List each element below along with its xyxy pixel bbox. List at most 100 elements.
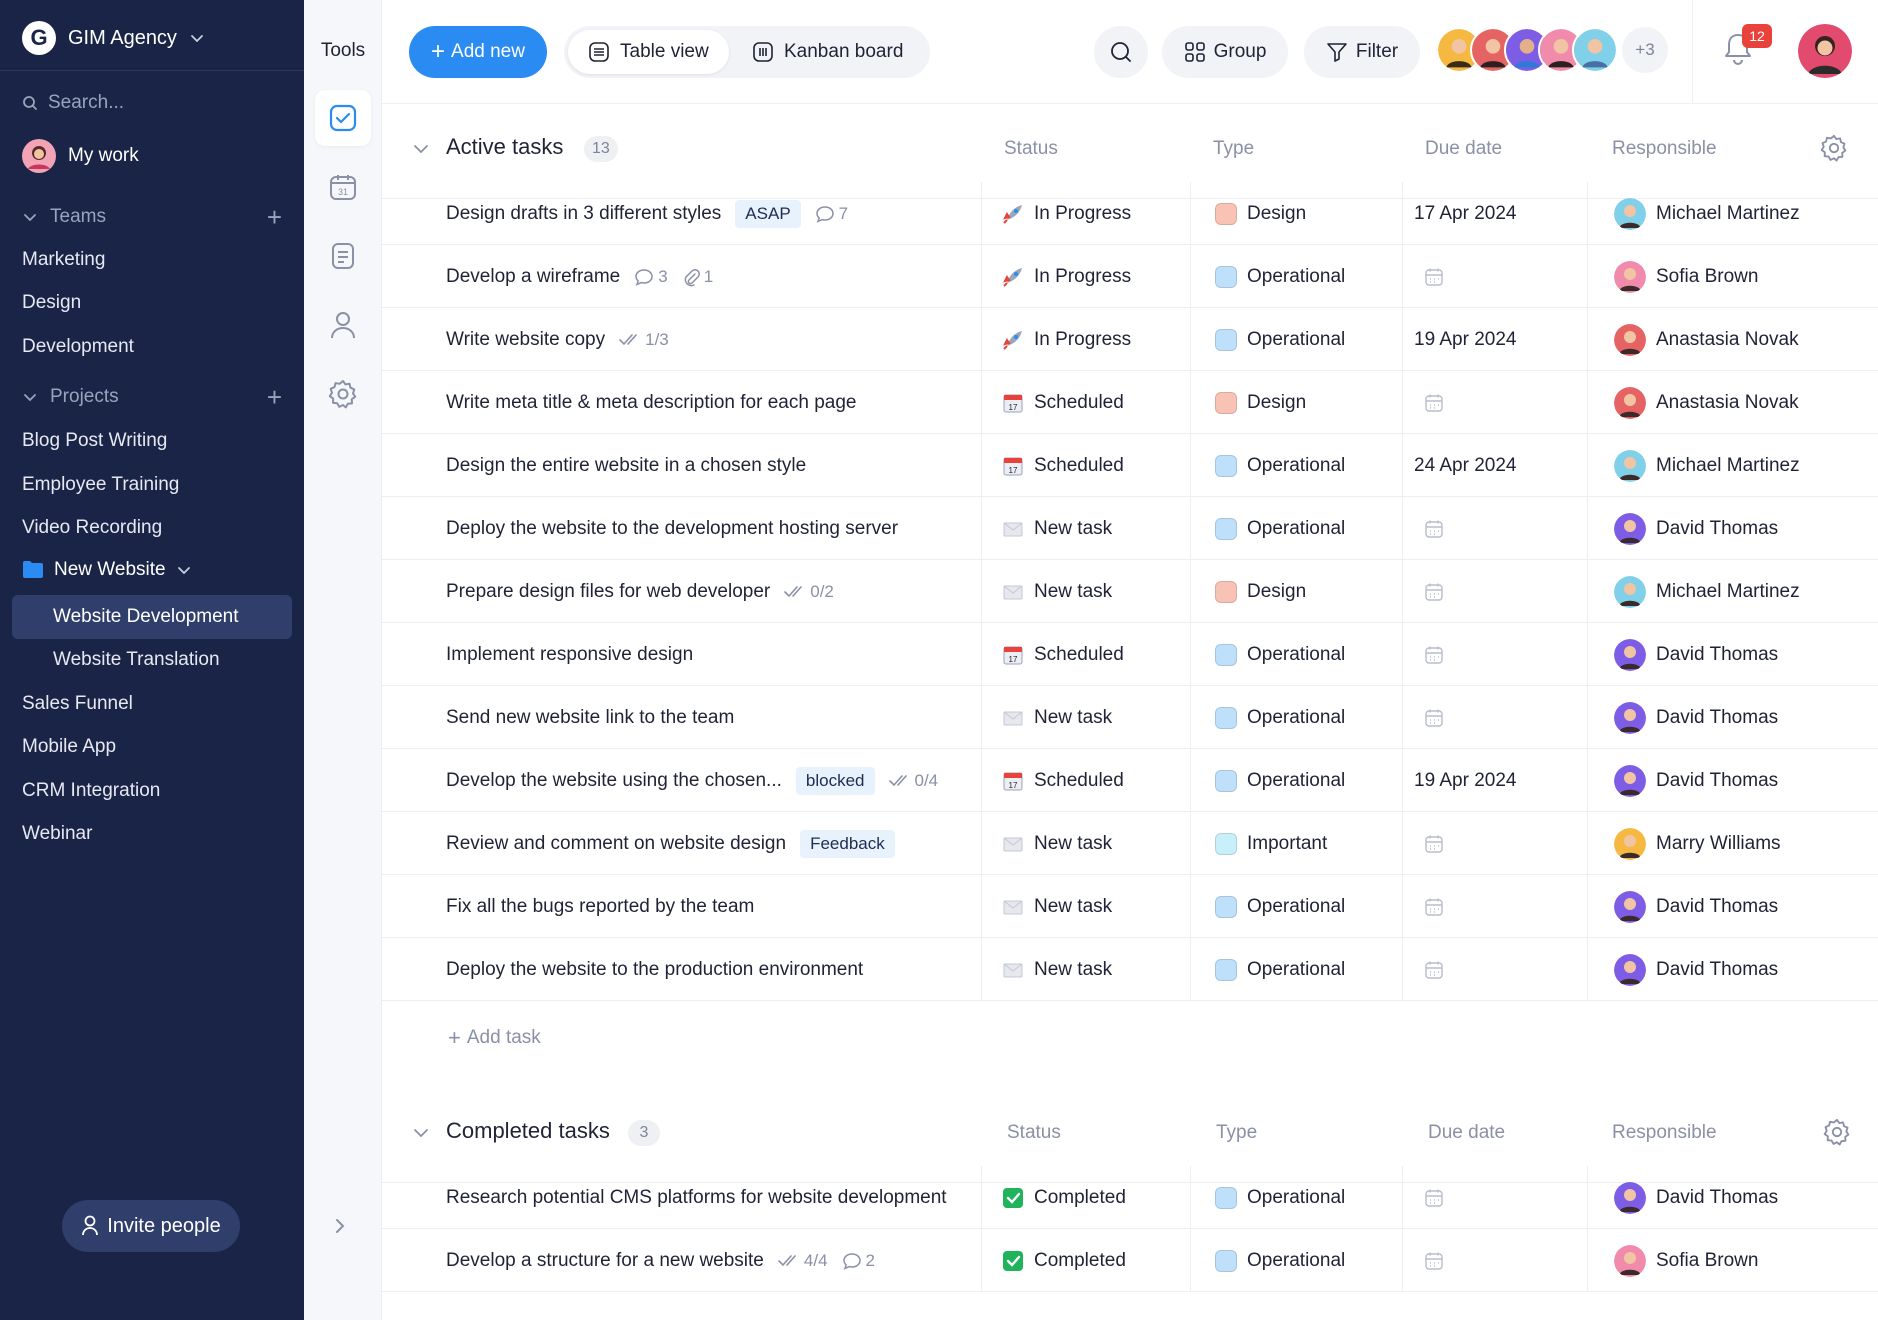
sidebar-item-website-translation[interactable]: Website Translation (53, 646, 220, 674)
tool-settings[interactable] (315, 366, 371, 422)
responsible-cell[interactable]: Michael Martinez (1614, 182, 1800, 245)
sidebar-search[interactable]: Search... (22, 92, 124, 114)
sidebar-item-employee-training[interactable]: Employee Training (22, 471, 179, 499)
status-cell[interactable]: In Progress (1002, 245, 1131, 308)
table-row[interactable]: Write website copy 1/3 In Progress Operatio… (382, 308, 1878, 371)
type-cell[interactable]: Operational (1215, 875, 1345, 938)
type-cell[interactable]: Operational (1215, 308, 1345, 371)
responsible-cell[interactable]: David Thomas (1614, 686, 1778, 749)
task-name-cell[interactable]: Fix all the bugs reported by the team (446, 875, 754, 938)
search-button[interactable] (1094, 26, 1148, 78)
sidebar-item-marketing[interactable]: Marketing (22, 246, 105, 274)
sidebar-folder-new-website[interactable]: New Website (22, 559, 192, 581)
type-cell[interactable]: Operational (1215, 497, 1345, 560)
tool-documents[interactable] (315, 228, 371, 284)
type-cell[interactable]: Operational (1215, 245, 1345, 308)
task-name-cell[interactable]: Review and comment on website design Feed… (446, 812, 895, 875)
add-team-icon[interactable]: + (267, 202, 282, 233)
table-row[interactable]: Develop a wireframe 3 1 In Progress Operatio… (382, 245, 1878, 308)
table-row[interactable]: Implement responsive design 17 Scheduled Op… (382, 623, 1878, 686)
task-name-cell[interactable]: Develop a structure for a new website 4/4… (446, 1229, 875, 1292)
type-cell[interactable]: Operational (1215, 749, 1345, 812)
task-name-cell[interactable]: Write website copy 1/3 (446, 308, 669, 371)
user-avatar[interactable] (1798, 24, 1852, 78)
column-header-status[interactable]: Status (1007, 1122, 1061, 1144)
task-name-cell[interactable]: Prepare design files for web developer 0/… (446, 560, 834, 623)
comments-count[interactable]: 2 (842, 1251, 875, 1271)
tool-tasks[interactable] (315, 90, 371, 146)
sidebar-item-design[interactable]: Design (22, 289, 81, 317)
task-name-cell[interactable]: Write meta title & meta description for … (446, 371, 856, 434)
tool-calendar[interactable]: 31 (315, 159, 371, 215)
sidebar-item-website-development[interactable]: Website Development (53, 603, 239, 631)
table-row[interactable]: Write meta title & meta description for … (382, 371, 1878, 434)
type-cell[interactable]: Operational (1215, 938, 1345, 1001)
table-row[interactable]: Research potential CMS platforms for web… (382, 1166, 1878, 1229)
status-cell[interactable]: In Progress (1002, 182, 1131, 245)
table-row[interactable]: Deploy the website to the development ho… (382, 497, 1878, 560)
type-cell[interactable]: Important (1215, 812, 1327, 875)
responsible-cell[interactable]: Anastasia Novak (1614, 308, 1799, 371)
type-cell[interactable]: Operational (1215, 434, 1345, 497)
responsible-cell[interactable]: David Thomas (1614, 1166, 1778, 1229)
responsible-cell[interactable]: Sofia Brown (1614, 1229, 1758, 1292)
column-header-responsible[interactable]: Responsible (1612, 1122, 1717, 1144)
responsible-cell[interactable]: Michael Martinez (1614, 434, 1800, 497)
sidebar-item-my-work[interactable]: My work (22, 139, 139, 173)
responsible-cell[interactable]: Anastasia Novak (1614, 371, 1799, 434)
collapse-section-button[interactable] (412, 1124, 430, 1147)
comments-count[interactable]: 7 (815, 204, 848, 224)
expand-tools-button[interactable] (332, 1216, 348, 1241)
sidebar-item-development[interactable]: Development (22, 333, 134, 361)
type-cell[interactable]: Operational (1215, 623, 1345, 686)
due-date-cell[interactable]: 19 Apr 2024 (1414, 308, 1516, 371)
table-row[interactable]: Prepare design files for web developer 0/… (382, 560, 1878, 623)
column-header-type[interactable]: Type (1213, 138, 1254, 160)
due-date-cell[interactable] (1414, 1229, 1444, 1292)
status-cell[interactable]: New task (1002, 686, 1112, 749)
table-row[interactable]: Fix all the bugs reported by the team New… (382, 875, 1878, 938)
responsible-cell[interactable]: Marry Williams (1614, 812, 1781, 875)
add-task-button[interactable]: + Add task (448, 1025, 541, 1051)
status-cell[interactable]: 17 Scheduled (1002, 434, 1124, 497)
status-cell[interactable]: New task (1002, 812, 1112, 875)
status-cell[interactable]: 17 Scheduled (1002, 749, 1124, 812)
status-cell[interactable]: 17 Scheduled (1002, 371, 1124, 434)
status-cell[interactable]: New task (1002, 938, 1112, 1001)
table-row[interactable]: Deploy the website to the production env… (382, 938, 1878, 1001)
due-date-cell[interactable] (1414, 938, 1444, 1001)
filter-button[interactable]: Filter (1304, 26, 1420, 78)
table-view-tab[interactable]: Table view (568, 30, 729, 74)
type-cell[interactable]: Operational (1215, 686, 1345, 749)
status-cell[interactable]: In Progress (1002, 308, 1131, 371)
responsible-cell[interactable]: David Thomas (1614, 497, 1778, 560)
due-date-cell[interactable] (1414, 623, 1444, 686)
task-name-cell[interactable]: Design drafts in 3 different styles ASAP 7 (446, 182, 848, 245)
responsible-cell[interactable]: David Thomas (1614, 875, 1778, 938)
task-tag[interactable]: Feedback (800, 829, 895, 858)
sidebar-item-webinar[interactable]: Webinar (22, 820, 92, 848)
add-project-icon[interactable]: + (267, 382, 282, 413)
column-header-due-date[interactable]: Due date (1428, 1122, 1505, 1144)
task-name-cell[interactable]: Deploy the website to the production env… (446, 938, 863, 1001)
status-cell[interactable]: New task (1002, 560, 1112, 623)
more-members-count[interactable]: +3 (1622, 27, 1668, 73)
due-date-cell[interactable] (1414, 686, 1444, 749)
status-cell[interactable]: 17 Scheduled (1002, 623, 1124, 686)
column-header-type[interactable]: Type (1216, 1122, 1257, 1144)
type-cell[interactable]: Operational (1215, 1166, 1345, 1229)
task-name-cell[interactable]: Implement responsive design (446, 623, 693, 686)
due-date-cell[interactable] (1414, 875, 1444, 938)
task-tag[interactable]: blocked (795, 766, 875, 795)
kanban-board-tab[interactable]: Kanban board (732, 30, 923, 74)
due-date-cell[interactable] (1414, 497, 1444, 560)
collapse-section-button[interactable] (412, 140, 430, 163)
due-date-cell[interactable]: 24 Apr 2024 (1414, 434, 1516, 497)
responsible-cell[interactable]: David Thomas (1614, 749, 1778, 812)
type-cell[interactable]: Design (1215, 371, 1306, 434)
add-new-button[interactable]: + Add new (409, 26, 547, 78)
table-row[interactable]: Send new website link to the team New tas… (382, 686, 1878, 749)
status-cell[interactable]: Completed (1002, 1166, 1126, 1229)
status-cell[interactable]: New task (1002, 875, 1112, 938)
responsible-cell[interactable]: David Thomas (1614, 623, 1778, 686)
